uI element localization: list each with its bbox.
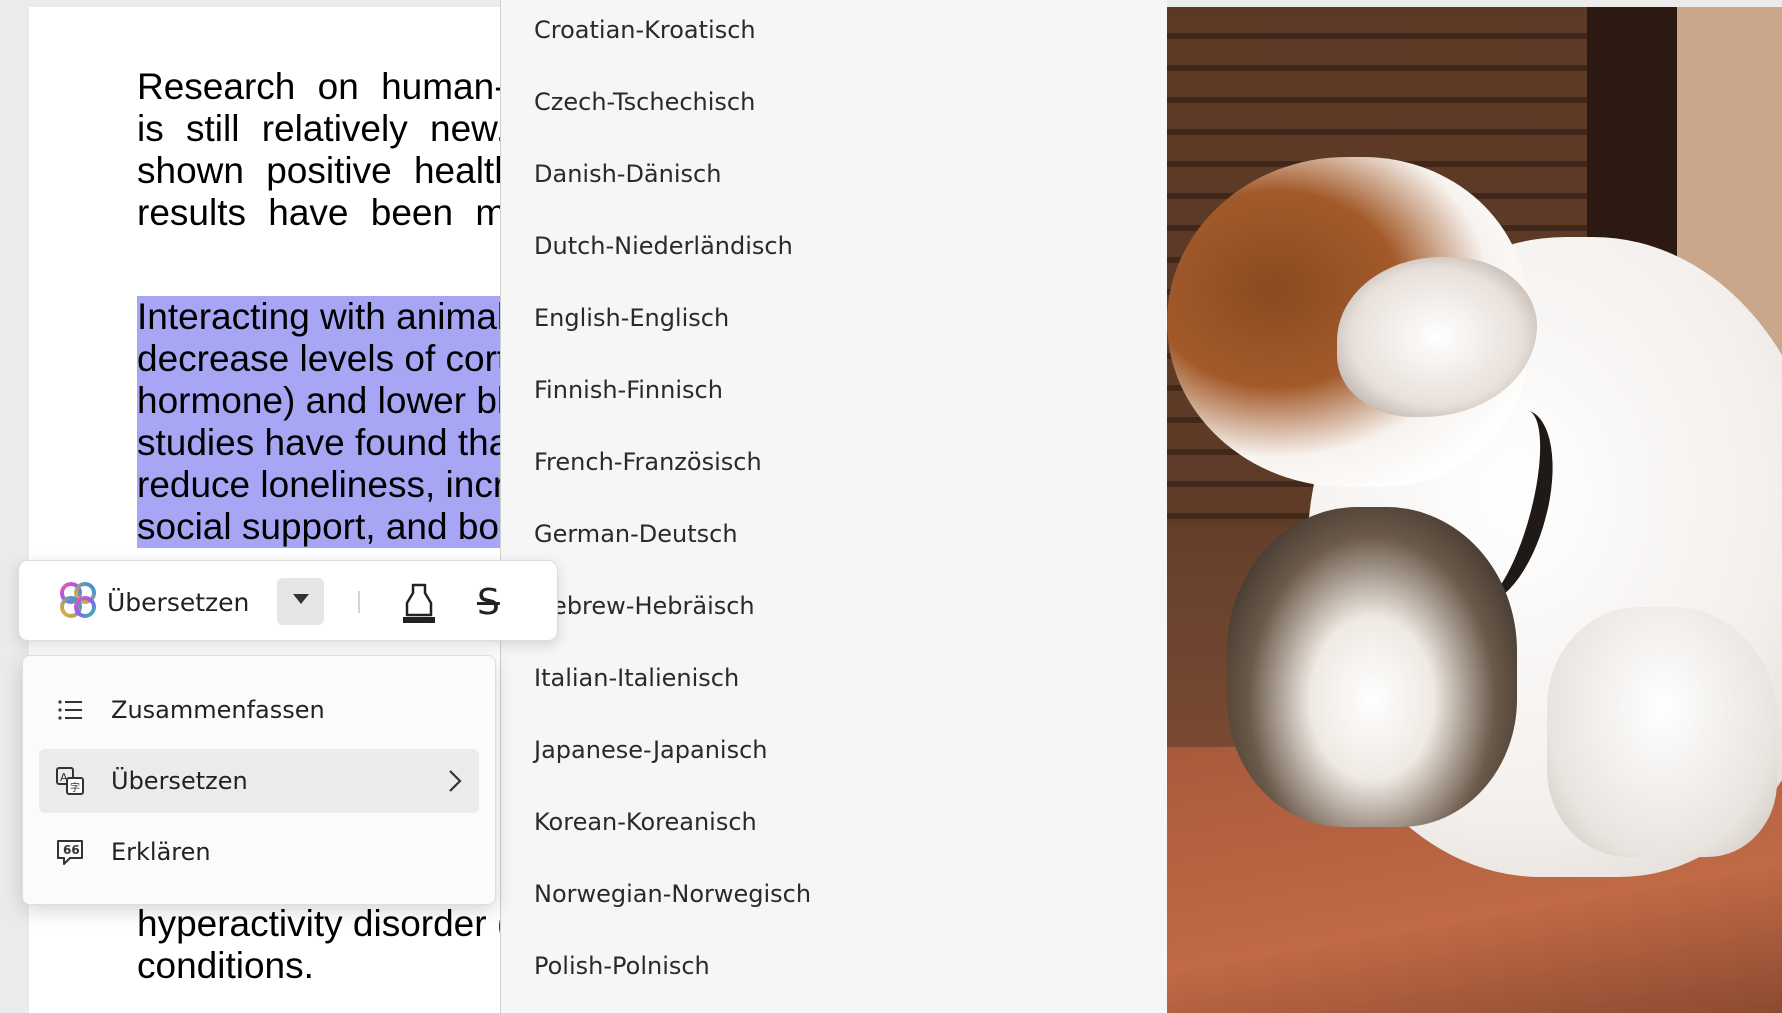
language-item-french[interactable]: French-Französisch — [534, 442, 1134, 482]
dog-and-cat-photo — [1167, 7, 1782, 1013]
list-icon — [55, 695, 85, 725]
strikethrough-button[interactable]: S — [477, 581, 517, 625]
menu-item-label: Zusammenfassen — [111, 696, 325, 724]
language-item-danish[interactable]: Danish-Dänisch — [534, 154, 1134, 194]
language-item-polish[interactable]: Polish-Polnisch — [534, 946, 1134, 986]
language-item-german[interactable]: German-Deutsch — [534, 514, 1134, 554]
menu-item-translate[interactable]: A 字 Übersetzen — [39, 749, 479, 813]
translate-button[interactable]: Übersetzen — [59, 581, 249, 623]
highlighter-icon — [399, 583, 439, 629]
translate-button-label: Übersetzen — [107, 587, 250, 617]
strikethrough-icon: S — [477, 582, 500, 623]
toolbar-divider — [358, 591, 360, 613]
dog-leg — [1547, 607, 1777, 857]
svg-text:字: 字 — [70, 781, 80, 794]
language-submenu[interactable]: Croatian-Kroatisch Czech-Tschechisch Dan… — [500, 0, 1167, 1013]
language-item-japanese[interactable]: Japanese-Japanisch — [534, 730, 1134, 770]
menu-item-explain[interactable]: 66 Erklären — [39, 820, 479, 884]
chevron-down-icon — [291, 592, 311, 611]
menu-item-label: Übersetzen — [111, 767, 248, 795]
cat — [1227, 507, 1517, 827]
language-item-italian[interactable]: Italian-Italienisch — [534, 658, 1134, 698]
language-item-croatian[interactable]: Croatian-Kroatisch — [534, 10, 1134, 50]
toolbar-dropdown-button[interactable] — [277, 578, 324, 625]
language-item-korean[interactable]: Korean-Koreanisch — [534, 802, 1134, 842]
chevron-right-icon — [441, 767, 469, 795]
svg-text:66: 66 — [63, 843, 80, 857]
language-item-norwegian[interactable]: Norwegian-Norwegisch — [534, 874, 1134, 914]
language-item-dutch[interactable]: Dutch-Niederländisch — [534, 226, 1134, 266]
ai-context-menu: Zusammenfassen A 字 Übersetzen 66 Erkläre… — [22, 655, 496, 905]
copilot-icon — [59, 581, 97, 624]
app-stage: Research on human-animal interaction is … — [0, 0, 1782, 1013]
selection-toolbar: Übersetzen S — [18, 560, 558, 641]
explain-icon: 66 — [55, 837, 85, 867]
language-item-finnish[interactable]: Finnish-Finnisch — [534, 370, 1134, 410]
menu-item-label: Erklären — [111, 838, 211, 866]
highlighter-button[interactable] — [399, 581, 439, 625]
language-item-czech[interactable]: Czech-Tschechisch — [534, 82, 1134, 122]
menu-item-summarize[interactable]: Zusammenfassen — [39, 678, 479, 742]
translate-icon: A 字 — [55, 766, 85, 796]
language-item-english[interactable]: English-Englisch — [534, 298, 1134, 338]
language-item-hebrew[interactable]: Hebrew-Hebräisch — [534, 586, 1134, 626]
